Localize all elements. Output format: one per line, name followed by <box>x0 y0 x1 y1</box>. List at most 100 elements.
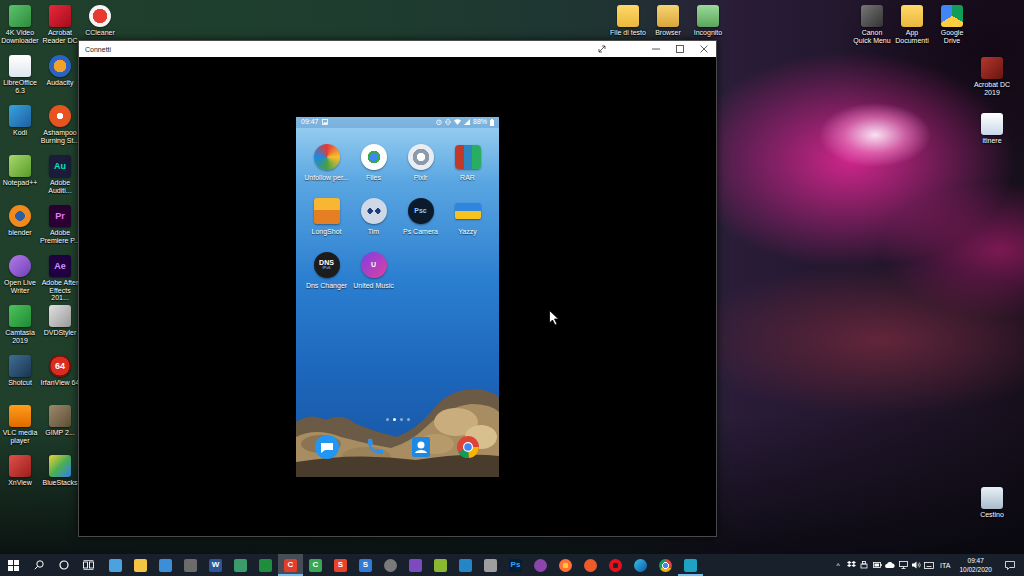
desktop-icon[interactable]: VLC media player <box>0 402 40 452</box>
taskbar-app[interactable] <box>553 554 578 576</box>
cortana-button[interactable] <box>51 554 76 576</box>
title-bar[interactable]: Connetti <box>79 41 716 57</box>
desktop-icon[interactable]: Google Drive <box>932 2 972 52</box>
desktop-icon[interactable]: AuAdobe Auditi... <box>40 152 80 202</box>
taskbar-app[interactable] <box>153 554 178 576</box>
desktop-icon[interactable]: Ashampoo Burning St... <box>40 102 80 152</box>
home-app[interactable]: Pixlr <box>397 144 444 198</box>
desktop-icon-label: Adobe Premiere P... <box>40 229 80 244</box>
desktop-icon[interactable]: Open Live Writer <box>0 252 40 302</box>
desktop-icon[interactable]: XnView <box>0 452 40 502</box>
taskbar-app[interactable] <box>228 554 253 576</box>
taskbar-app[interactable] <box>603 554 628 576</box>
taskbar-app[interactable]: S <box>353 554 378 576</box>
desktop-icon-label: VLC media player <box>0 429 40 444</box>
desktop-icon[interactable]: DVDStyler <box>40 302 80 352</box>
home-app[interactable]: PscPs Camera <box>397 198 444 252</box>
keyboard-tray[interactable] <box>924 554 934 576</box>
taskbar-app[interactable] <box>578 554 603 576</box>
desktop-icon[interactable]: Acrobat Reader DC <box>40 2 80 52</box>
taskbar-app[interactable]: C <box>278 554 303 576</box>
taskbar-app[interactable] <box>453 554 478 576</box>
home-app[interactable]: Files <box>350 144 397 198</box>
taskbar-app[interactable] <box>678 554 703 576</box>
desktop-icon[interactable]: Audacity <box>40 52 80 102</box>
taskbar-app[interactable] <box>253 554 278 576</box>
taskbar-app[interactable]: S <box>328 554 353 576</box>
page-dot[interactable] <box>400 418 403 421</box>
desktop-icon[interactable]: GIMP 2... <box>40 402 80 452</box>
close-button[interactable] <box>692 41 716 57</box>
desktop-icon-label: Browser <box>648 29 688 37</box>
taskbar-app[interactable] <box>653 554 678 576</box>
onedrive-tray[interactable] <box>885 554 895 576</box>
show-hidden-icons-button[interactable]: ^ <box>833 554 843 576</box>
taskbar-app[interactable] <box>528 554 553 576</box>
clock[interactable]: 09:4710/02/2020 <box>956 557 995 572</box>
desktop-icon[interactable]: LibreOffice 6.3 <box>0 52 40 102</box>
app-icon: Psc <box>408 198 434 224</box>
usb-tray[interactable] <box>859 554 869 576</box>
home-app[interactable]: Unfollow per... <box>303 144 350 198</box>
network-tray[interactable] <box>898 554 908 576</box>
dock-app[interactable] <box>456 435 480 459</box>
desktop-icon-label: 4K Video Downloader <box>0 29 40 44</box>
app-icon <box>234 559 247 572</box>
home-app[interactable]: UUnited Music <box>350 252 397 306</box>
desktop-icon[interactable]: 4K Video Downloader <box>0 2 40 52</box>
volume-tray[interactable] <box>911 554 921 576</box>
desktop-icon[interactable]: App Documenti <box>892 2 932 52</box>
desktop-icon[interactable]: BlueStacks <box>40 452 80 502</box>
desktop-icon[interactable]: blender <box>0 202 40 252</box>
task-view-button[interactable] <box>76 554 101 576</box>
input-language[interactable]: ITA <box>937 562 953 569</box>
desktop-icon[interactable]: Notepad++ <box>0 152 40 202</box>
taskbar-app[interactable]: C <box>303 554 328 576</box>
taskbar-app[interactable] <box>378 554 403 576</box>
taskbar-app[interactable] <box>128 554 153 576</box>
search-button[interactable] <box>26 554 51 576</box>
home-app[interactable]: RAR <box>444 144 491 198</box>
desktop-icon[interactable]: Kodi <box>0 102 40 152</box>
home-app[interactable]: Yazzy <box>444 198 491 252</box>
home-app[interactable]: Tim <box>350 198 397 252</box>
taskbar-app[interactable] <box>178 554 203 576</box>
desktop-icon[interactable]: Cestino <box>972 484 1012 534</box>
desktop-icon[interactable]: 64IrfanView 64 <box>40 352 80 402</box>
fullscreen-button[interactable] <box>590 41 614 57</box>
taskbar-app[interactable] <box>428 554 453 576</box>
notification-icon <box>1005 561 1015 570</box>
page-dot[interactable] <box>386 418 389 421</box>
taskbar-app[interactable]: W <box>203 554 228 576</box>
home-app[interactable]: LongShot <box>303 198 350 252</box>
taskbar-app[interactable] <box>478 554 503 576</box>
dock-app[interactable] <box>409 435 433 459</box>
phone-screen[interactable]: 09:4788%Unfollow per...FilesPixlrRARLong… <box>296 117 499 477</box>
action-center-button[interactable] <box>998 561 1022 570</box>
dock-app[interactable] <box>315 435 339 459</box>
taskbar-app[interactable] <box>628 554 653 576</box>
maximize-button[interactable] <box>668 41 692 57</box>
battery-tray[interactable] <box>872 554 882 576</box>
desktop-icon[interactable]: Camtasia 2019 <box>0 302 40 352</box>
app-label: Unfollow per... <box>304 174 348 181</box>
dock-app[interactable] <box>362 435 386 459</box>
dropbox-tray[interactable] <box>846 554 856 576</box>
chrome-icon <box>456 435 480 459</box>
desktop-icon[interactable]: PrAdobe Premiere P... <box>40 202 80 252</box>
page-dot[interactable] <box>407 418 410 421</box>
page-dot[interactable] <box>393 418 396 421</box>
desktop-icon[interactable]: AeAdobe After Effects 201... <box>40 252 80 302</box>
taskbar-app[interactable]: Ps <box>503 554 528 576</box>
start-button[interactable] <box>0 554 26 576</box>
search-icon <box>34 560 44 570</box>
minimize-button[interactable] <box>644 41 668 57</box>
taskbar-app[interactable] <box>103 554 128 576</box>
home-app[interactable]: DNSIPv6Dns Changer <box>303 252 350 306</box>
desktop-icon[interactable]: Acrobat DC 2019 <box>972 54 1012 104</box>
desktop-icon[interactable]: Canon Quick Menu <box>852 2 892 52</box>
desktop-icon[interactable]: itinere <box>972 110 1012 160</box>
desktop-icon[interactable]: Shotcut <box>0 352 40 402</box>
taskbar-app[interactable] <box>403 554 428 576</box>
desktop-icon-label: Adobe After Effects 201... <box>40 279 80 302</box>
